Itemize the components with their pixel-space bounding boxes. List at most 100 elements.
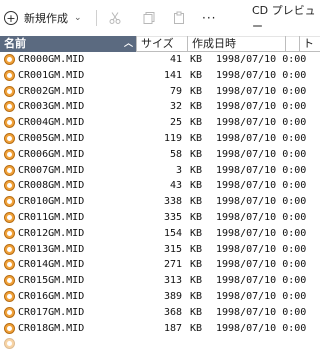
midi-file-icon <box>4 196 15 208</box>
file-name: CR011GM.MID <box>18 211 85 223</box>
file-date: 1998/07/10 0:00 <box>216 117 307 129</box>
file-date: 1998/07/10 0:00 <box>216 148 307 160</box>
file-date: 1998/07/10 0:00 <box>216 243 307 255</box>
cut-button[interactable] <box>108 0 122 36</box>
file-size-unit: KB <box>190 196 203 208</box>
file-row[interactable]: CR004GM.MID 25 KB 1998/07/10 0:00 <box>0 115 320 131</box>
midi-file-icon <box>4 164 15 176</box>
file-name: CR002GM.MID <box>18 85 85 97</box>
midi-file-icon <box>4 132 15 144</box>
file-row[interactable]: CR007GM.MID 3 KB 1998/07/10 0:00 <box>0 163 320 179</box>
file-name: CR014GM.MID <box>18 259 85 271</box>
file-name: CR001GM.MID <box>18 69 85 81</box>
scissors-icon <box>109 12 121 24</box>
more-icon: ··· <box>202 11 217 25</box>
file-date: 1998/07/10 0:00 <box>216 322 307 334</box>
column-header: 名前 ︿ サイズ 作成日時 ト <box>0 36 320 52</box>
file-row[interactable]: CR000GM.MID 41 KB 1998/07/10 0:00 <box>0 52 320 68</box>
file-row[interactable]: CR014GM.MID 271 KB 1998/07/10 0:00 <box>0 257 320 273</box>
file-row[interactable]: CR017GM.MID 368 KB 1998/07/10 0:00 <box>0 305 320 321</box>
paste-button[interactable] <box>172 0 186 36</box>
file-size-unit: KB <box>190 322 203 334</box>
file-name: CR004GM.MID <box>18 117 85 129</box>
file-row[interactable]: CR006GM.MID 58 KB 1998/07/10 0:00 <box>0 147 320 163</box>
midi-file-icon <box>4 148 15 160</box>
date-column-header[interactable]: 作成日時 <box>188 36 286 52</box>
file-name: CR017GM.MID <box>18 306 85 318</box>
file-date: 1998/07/10 0:00 <box>216 164 307 176</box>
file-row-partial[interactable] <box>0 336 320 352</box>
midi-file-icon <box>4 211 15 223</box>
file-row[interactable]: CR005GM.MID 119 KB 1998/07/10 0:00 <box>0 131 320 147</box>
midi-file-icon <box>4 322 15 334</box>
file-size: 41 <box>169 54 182 65</box>
date-column-dropdown[interactable] <box>286 36 300 52</box>
more-button[interactable]: ··· <box>202 0 216 36</box>
file-size-unit: KB <box>190 259 203 271</box>
file-size-unit: KB <box>190 243 203 255</box>
file-date: 1998/07/10 0:00 <box>216 54 307 65</box>
file-date: 1998/07/10 0:00 <box>216 306 307 318</box>
file-name: CR005GM.MID <box>18 132 85 144</box>
file-size: 25 <box>169 117 182 129</box>
name-column-header[interactable]: 名前 ︿ <box>0 36 136 52</box>
file-row[interactable]: CR013GM.MID 315 KB 1998/07/10 0:00 <box>0 242 320 258</box>
new-button[interactable]: + 新規作成 ⌄ <box>4 0 82 36</box>
file-size-unit: KB <box>190 148 203 160</box>
plus-icon: + <box>4 11 18 25</box>
file-row[interactable]: CR011GM.MID 335 KB 1998/07/10 0:00 <box>0 210 320 226</box>
file-row[interactable]: CR002GM.MID 79 KB 1998/07/10 0:00 <box>0 84 320 100</box>
file-row[interactable]: CR008GM.MID 43 KB 1998/07/10 0:00 <box>0 178 320 194</box>
file-date: 1998/07/10 0:00 <box>216 85 307 97</box>
file-row[interactable]: CR003GM.MID 32 KB 1998/07/10 0:00 <box>0 99 320 115</box>
file-size: 338 <box>163 196 182 208</box>
file-date: 1998/07/10 0:00 <box>216 180 307 192</box>
file-size-unit: KB <box>190 85 203 97</box>
file-name: CR018GM.MID <box>18 322 85 334</box>
midi-file-icon <box>4 338 15 350</box>
file-size: 315 <box>163 243 182 255</box>
file-size: 271 <box>163 259 182 271</box>
file-name: CR000GM.MID <box>18 54 85 65</box>
midi-file-icon <box>4 306 15 318</box>
file-date: 1998/07/10 0:00 <box>216 290 307 302</box>
file-size-unit: KB <box>190 290 203 302</box>
type-header-label: ト <box>303 37 314 50</box>
file-size-unit: KB <box>190 227 203 239</box>
file-name: CR003GM.MID <box>18 101 85 113</box>
midi-file-icon <box>4 259 15 271</box>
file-row[interactable]: CR010GM.MID 338 KB 1998/07/10 0:00 <box>0 194 320 210</box>
file-size: 141 <box>163 69 182 81</box>
size-column-header[interactable]: サイズ <box>136 36 188 52</box>
file-size-unit: KB <box>190 211 203 223</box>
file-size: 313 <box>163 275 182 287</box>
file-row[interactable]: CR018GM.MID 187 KB 1998/07/10 0:00 <box>0 321 320 337</box>
file-size: 368 <box>163 306 182 318</box>
file-list: CR000GM.MID 41 KB 1998/07/10 0:00 CR001GM.MI… <box>0 52 320 352</box>
size-header-label: サイズ <box>141 37 174 50</box>
copy-button[interactable] <box>142 0 156 36</box>
midi-file-icon <box>4 69 15 81</box>
file-date: 1998/07/10 0:00 <box>216 259 307 271</box>
file-size-unit: KB <box>190 117 203 129</box>
file-size: 154 <box>163 227 182 239</box>
file-row[interactable]: CR012GM.MID 154 KB 1998/07/10 0:00 <box>0 226 320 242</box>
midi-file-icon <box>4 85 15 97</box>
file-row[interactable]: CR001GM.MID 141 KB 1998/07/10 0:00 <box>0 68 320 84</box>
midi-file-icon <box>4 54 15 65</box>
file-date: 1998/07/10 0:00 <box>216 211 307 223</box>
midi-file-icon <box>4 101 15 113</box>
file-row[interactable]: CR016GM.MID 389 KB 1998/07/10 0:00 <box>0 289 320 305</box>
midi-file-icon <box>4 290 15 302</box>
file-size-unit: KB <box>190 180 203 192</box>
file-size-unit: KB <box>190 54 203 65</box>
file-name: CR012GM.MID <box>18 227 85 239</box>
file-size-unit: KB <box>190 132 203 144</box>
midi-file-icon <box>4 180 15 192</box>
cd-preview-button[interactable]: CD プレビュー <box>252 0 320 36</box>
paste-icon <box>174 11 184 24</box>
file-size: 32 <box>169 101 182 113</box>
file-name: CR015GM.MID <box>18 275 85 287</box>
type-column-header[interactable]: ト <box>300 36 320 52</box>
file-row[interactable]: CR015GM.MID 313 KB 1998/07/10 0:00 <box>0 273 320 289</box>
